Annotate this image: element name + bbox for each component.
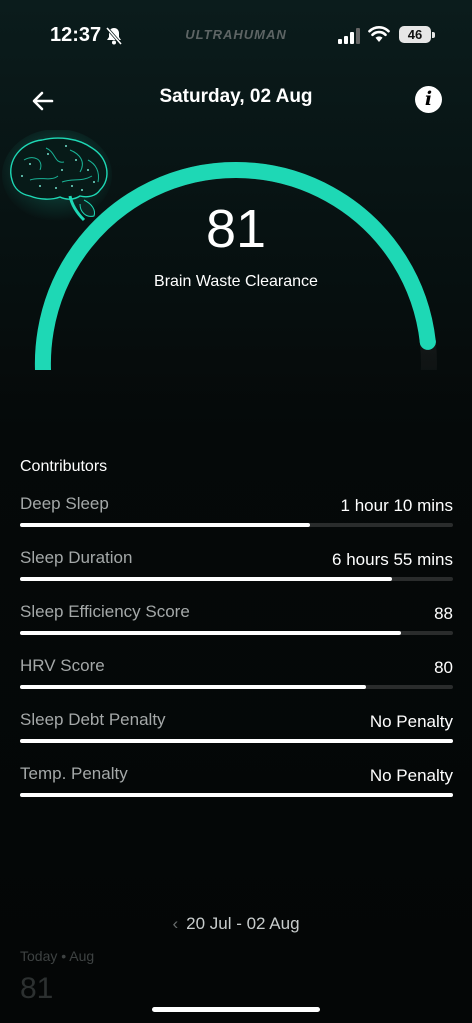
contributor-row[interactable]: Temp. Penalty No Penalty: [20, 764, 453, 818]
contributor-value: No Penalty: [369, 766, 453, 785]
battery-tip: [432, 32, 435, 38]
contributors-section: Contributors Deep Sleep 1 hour 10 mins S…: [20, 458, 453, 818]
contributor-bar: [20, 577, 453, 581]
info-icon[interactable]: i: [415, 86, 442, 113]
score-label: Brain Waste Clearance: [154, 273, 318, 290]
contributor-row[interactable]: Deep Sleep 1 hour 10 mins: [20, 494, 453, 548]
contributor-bar-fill: [20, 685, 367, 689]
contributor-bar: [20, 685, 453, 689]
wifi-icon: [368, 26, 390, 42]
contributors-title: Contributors: [20, 458, 108, 475]
status-bar: 12:37 ULTRAHUMAN 46: [0, 0, 472, 70]
page-title: Saturday, 02 Aug: [159, 86, 313, 107]
contributor-label: Deep Sleep: [20, 494, 109, 513]
date-range-label: 20 Jul - 02 Aug: [186, 914, 300, 933]
contributor-value: 88: [434, 604, 453, 623]
contributor-label: HRV Score: [20, 656, 105, 675]
contributor-row[interactable]: HRV Score 80: [20, 656, 453, 710]
header: Saturday, 02 Aug i: [0, 80, 472, 120]
battery-indicator: 46: [399, 26, 431, 43]
contributor-label: Sleep Efficiency Score: [20, 602, 190, 621]
date-range-selector[interactable]: ‹ 20 Jul - 02 Aug: [0, 914, 472, 934]
brain-icon: [2, 130, 112, 222]
contributor-row[interactable]: Sleep Debt Penalty No Penalty: [20, 710, 453, 764]
contributor-row[interactable]: Sleep Efficiency Score 88: [20, 602, 453, 656]
contributor-bar: [20, 739, 453, 743]
home-indicator[interactable]: [152, 1007, 320, 1012]
contributor-label: Sleep Debt Penalty: [20, 710, 166, 729]
contributor-bar: [20, 793, 453, 797]
contributor-label: Temp. Penalty: [20, 764, 128, 783]
contributor-label: Sleep Duration: [20, 548, 133, 567]
gauge-fill-end: [419, 333, 436, 350]
contributor-value: 6 hours 55 mins: [332, 550, 453, 569]
contributors-list: Deep Sleep 1 hour 10 mins Sleep Duration…: [20, 494, 453, 818]
contributor-bar-fill: [20, 523, 311, 527]
contributor-bar-fill: [20, 739, 453, 743]
cell-signal-icon: [338, 28, 360, 44]
contributor-bar-fill: [20, 631, 402, 635]
contributor-row[interactable]: Sleep Duration 6 hours 55 mins: [20, 548, 453, 602]
contributor-value: 1 hour 10 mins: [340, 496, 453, 515]
today-value: 81: [20, 972, 54, 1005]
score-gauge: 81 Brain Waste Clearance: [0, 130, 472, 430]
contributor-bar-fill: [20, 577, 393, 581]
contributor-bar: [20, 523, 453, 527]
contributor-value: No Penalty: [369, 712, 453, 731]
contributor-value: 80: [434, 658, 453, 677]
chevron-left-icon[interactable]: ‹: [172, 914, 178, 933]
contributor-bar: [20, 631, 453, 635]
today-label: Today • Aug: [20, 948, 95, 964]
contributor-bar-fill: [20, 793, 453, 797]
